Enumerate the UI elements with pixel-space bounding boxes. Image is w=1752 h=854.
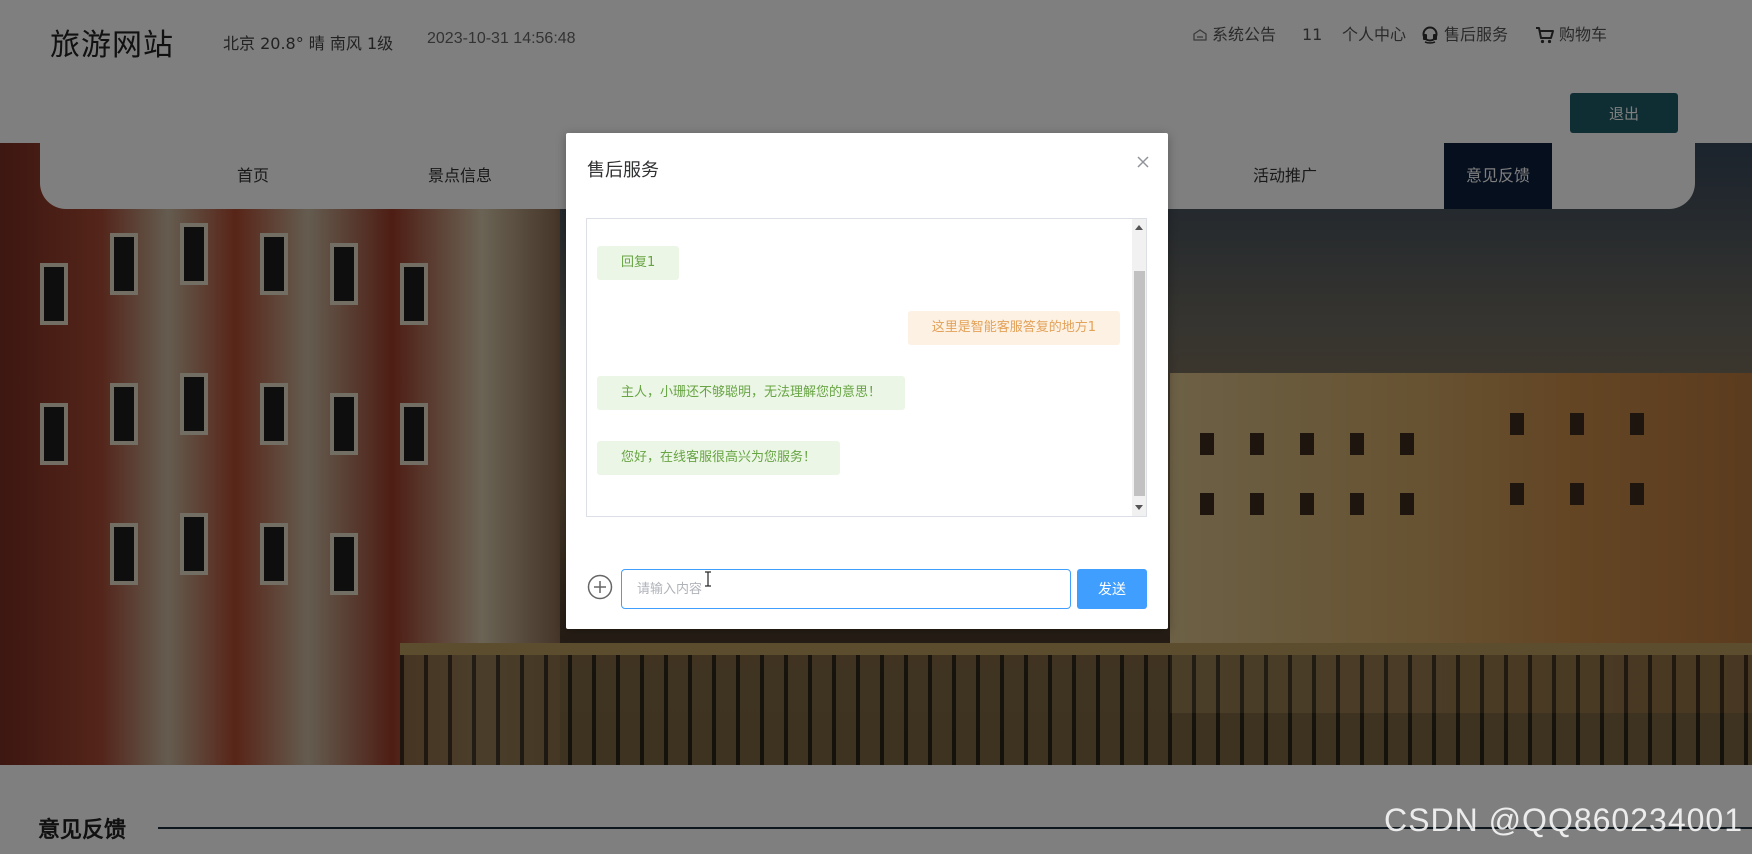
scroll-up-arrow-icon[interactable] bbox=[1135, 225, 1143, 230]
after-sales-dialog: 售后服务 回复1 这里是智能客服答复的地方1 主人，小珊还不够聪明，无法理解您的… bbox=[566, 133, 1168, 629]
dialog-title: 售后服务 bbox=[587, 160, 659, 181]
scroll-down-arrow-icon[interactable] bbox=[1135, 505, 1143, 510]
send-button[interactable]: 发送 bbox=[1077, 569, 1147, 609]
scrollbar-thumb[interactable] bbox=[1134, 271, 1145, 496]
text-cursor-icon bbox=[705, 571, 711, 587]
add-attachment-icon[interactable] bbox=[587, 574, 613, 600]
chat-scrollbar[interactable] bbox=[1132, 219, 1146, 516]
chat-message-bot: 主人，小珊还不够聪明，无法理解您的意思！ bbox=[597, 376, 906, 410]
message-input[interactable] bbox=[621, 569, 1071, 609]
close-icon[interactable] bbox=[1132, 151, 1154, 173]
chat-message-bot: 回复1 bbox=[597, 246, 680, 280]
chat-message-bot: 您好，在线客服很高兴为您服务！ bbox=[597, 441, 841, 475]
chat-history[interactable]: 回复1 这里是智能客服答复的地方1 主人，小珊还不够聪明，无法理解您的意思！ 您… bbox=[586, 218, 1147, 517]
watermark: CSDN @QQ860234001 bbox=[1384, 802, 1743, 838]
chat-message-user: 这里是智能客服答复的地方1 bbox=[907, 311, 1120, 345]
